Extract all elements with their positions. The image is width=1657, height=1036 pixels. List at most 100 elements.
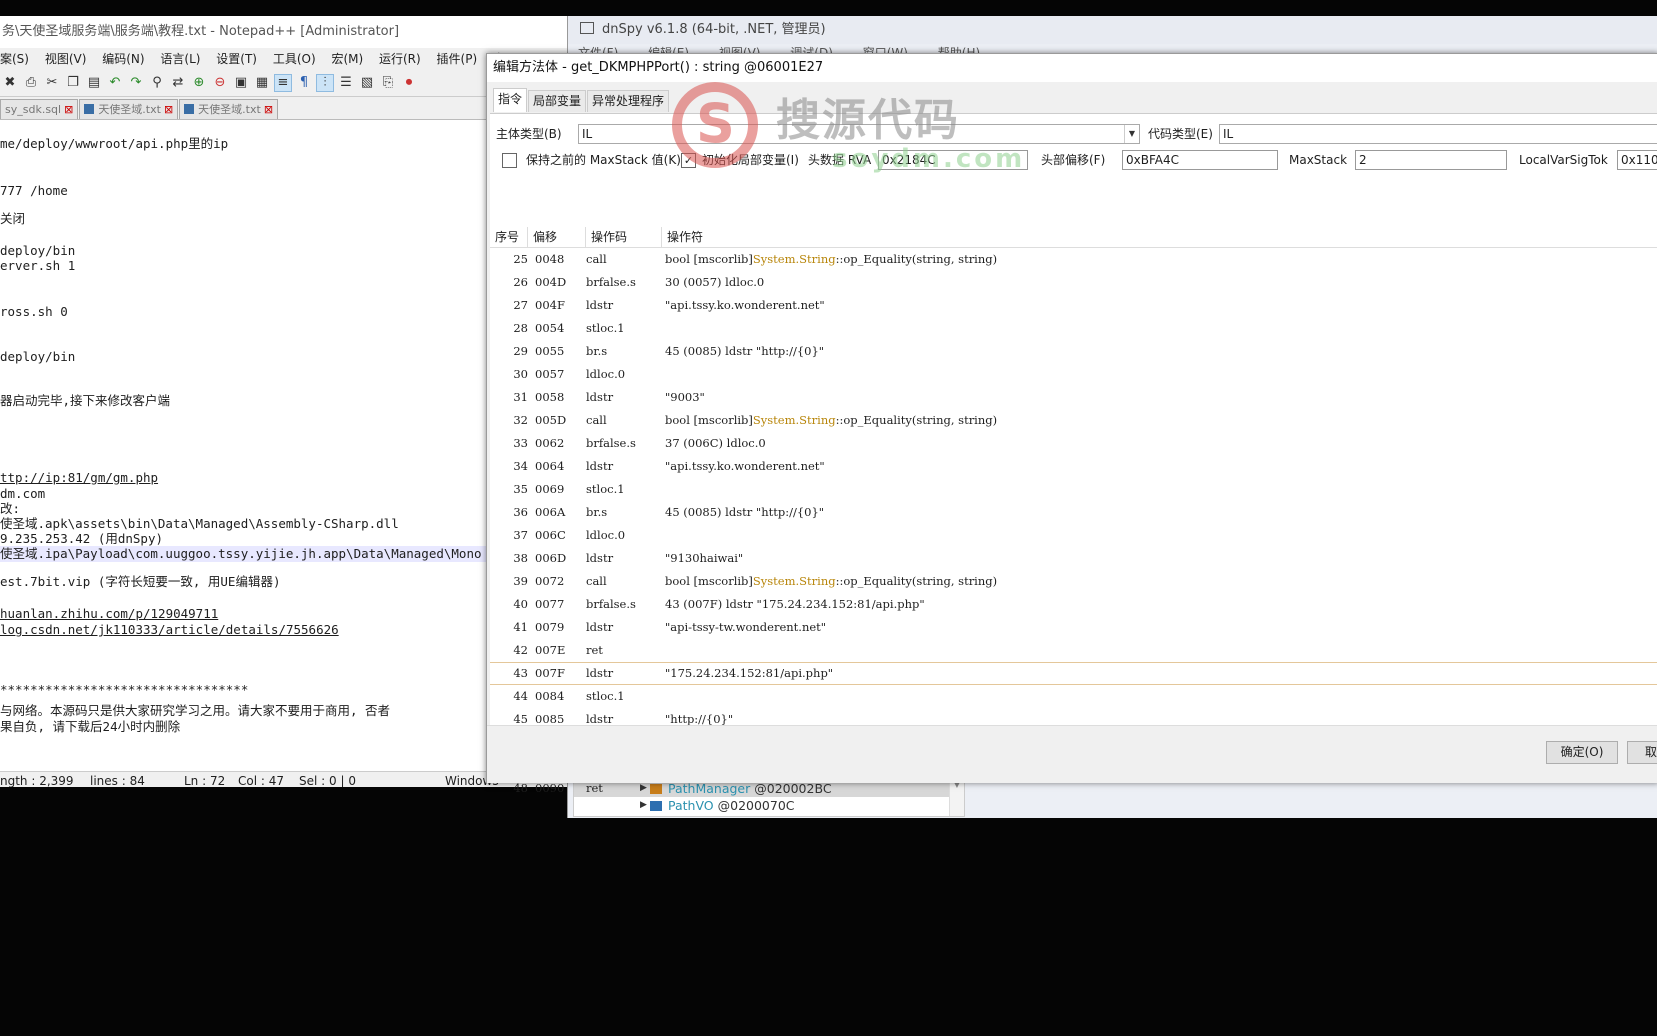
tab-locals[interactable]: 局部变量 bbox=[528, 90, 587, 112]
rva-field[interactable]: 0x2184C bbox=[878, 150, 1028, 170]
row-opcode: call bbox=[586, 574, 607, 588]
instruction-row[interactable]: 37 006C ldloc.0 bbox=[490, 524, 1657, 547]
close-icon[interactable]: ⊠ bbox=[64, 103, 73, 116]
editor-line: 与网络。本源码只是供大家研究学习之用。请大家不要用于商用, 否者 bbox=[0, 703, 391, 718]
operand-text: 45 (0085) ldstr "http://{0}" bbox=[665, 344, 825, 358]
cancel-button[interactable]: 取消 bbox=[1627, 741, 1657, 764]
word-wrap-icon[interactable]: ≡ bbox=[274, 74, 292, 92]
row-operand: "api.tssy.ko.wonderent.net" bbox=[665, 294, 825, 317]
replace-icon[interactable]: ⇄ bbox=[170, 75, 186, 91]
menu-view[interactable]: 视图(V) bbox=[45, 48, 87, 70]
menu-run[interactable]: 运行(R) bbox=[379, 48, 421, 70]
instruction-row[interactable]: 27 004F ldstr "api.tssy.ko.wonderent.net" bbox=[490, 294, 1657, 317]
find-icon[interactable]: ⚲ bbox=[149, 75, 165, 91]
body-type-select[interactable]: IL ▼ bbox=[578, 124, 1140, 144]
instruction-row[interactable]: 35 0069 stloc.1 bbox=[490, 478, 1657, 501]
instruction-row[interactable]: 34 0064 ldstr "api.tssy.ko.wonderent.net" bbox=[490, 455, 1657, 478]
zoom-in-icon[interactable]: ⊕ bbox=[191, 75, 207, 91]
instruction-row[interactable]: 33 0062 brfalse.s 37 (006C) ldloc.0 bbox=[490, 432, 1657, 455]
paste-icon[interactable]: ▤ bbox=[86, 75, 102, 91]
close-file-icon[interactable]: ✖ bbox=[2, 75, 18, 91]
instruction-row[interactable]: 43 007F ldstr "175.24.234.152:81/api.php" bbox=[490, 662, 1657, 685]
menu-plugins[interactable]: 插件(P) bbox=[437, 48, 478, 70]
row-operand[interactable]: "175.24.234.152:81/api.php" bbox=[665, 663, 833, 684]
undo-icon[interactable]: ↶ bbox=[107, 75, 123, 91]
localvarsig-field[interactable]: 0x11000 bbox=[1617, 150, 1657, 170]
col-index[interactable]: 序号 bbox=[490, 227, 528, 247]
close-icon[interactable]: ⊠ bbox=[264, 103, 273, 116]
instruction-row[interactable]: 28 0054 stloc.1 bbox=[490, 317, 1657, 340]
row-index: 42 bbox=[513, 643, 528, 657]
instruction-row[interactable]: 41 0079 ldstr "api-tssy-tw.wonderent.net" bbox=[490, 616, 1657, 639]
row-index: 43 bbox=[513, 666, 528, 680]
sync-horizontal-icon[interactable]: ▦ bbox=[254, 75, 270, 91]
instruction-grid[interactable]: 序号 偏移 操作码 操作符 25 0048 call bool [mscorlib]S… bbox=[490, 227, 1657, 800]
show-all-chars-icon[interactable]: ¶ bbox=[296, 75, 312, 91]
row-index: 25 bbox=[513, 252, 528, 266]
header-offset-field[interactable]: 0xBFA4C bbox=[1122, 150, 1278, 170]
keep-maxstack-checkbox[interactable] bbox=[502, 153, 517, 168]
print-icon[interactable]: ⎙ bbox=[23, 75, 39, 91]
instruction-row[interactable]: 38 006D ldstr "9130haiwai" bbox=[490, 547, 1657, 570]
row-offset: 0057 bbox=[535, 367, 565, 381]
status-sel: Sel : 0 | 0 bbox=[299, 774, 356, 787]
indent-guide-icon[interactable]: ⫶ bbox=[316, 74, 334, 92]
maxstack-field[interactable]: 2 bbox=[1355, 150, 1507, 170]
instruction-row[interactable]: 42 007E ret bbox=[490, 639, 1657, 662]
instruction-row[interactable]: 40 0077 brfalse.s 43 (007F) ldstr "175.24.2… bbox=[490, 593, 1657, 616]
operand-text: "http://{0}" bbox=[665, 712, 734, 726]
tab-txt-1[interactable]: 天使圣域.txt ⊠ bbox=[79, 99, 179, 119]
row-opcode: ldstr bbox=[586, 620, 614, 634]
init-locals-checkbox[interactable]: ✓ bbox=[681, 153, 696, 168]
col-offset[interactable]: 偏移 bbox=[528, 227, 586, 247]
body-type-value: IL bbox=[582, 127, 593, 141]
ok-button[interactable]: 确定(O) bbox=[1546, 741, 1618, 764]
copy-icon[interactable]: ❐ bbox=[65, 75, 81, 91]
menu-file[interactable]: 案(S) bbox=[0, 48, 29, 70]
grid-body: 25 0048 call bool [mscorlib]System.String::… bbox=[490, 248, 1657, 800]
instruction-row[interactable]: 26 004D brfalse.s 30 (0057) ldloc.0 bbox=[490, 271, 1657, 294]
menu-encoding[interactable]: 编码(N) bbox=[102, 48, 144, 70]
record-macro-icon[interactable]: ⏺ bbox=[401, 75, 417, 91]
close-icon[interactable]: ⊠ bbox=[164, 103, 173, 116]
operand-class: System.String bbox=[752, 252, 836, 266]
operand-text: "api.tssy.ko.wonderent.net" bbox=[665, 459, 825, 473]
function-list-icon[interactable]: ⎘ bbox=[380, 75, 396, 91]
menu-macro[interactable]: 宏(M) bbox=[331, 48, 363, 70]
row-index: 38 bbox=[513, 551, 528, 565]
code-type-select[interactable]: IL bbox=[1219, 124, 1657, 144]
doc-map-icon[interactable]: ▧ bbox=[359, 75, 375, 91]
tab-txt-2[interactable]: 天使圣域.txt ⊠ bbox=[179, 99, 279, 119]
tab-sql[interactable]: sy_sdk.sql ⊠ bbox=[0, 99, 79, 119]
row-operand: "9130haiwai" bbox=[665, 547, 743, 570]
operand-text: 45 (0085) ldstr "http://{0}" bbox=[665, 505, 825, 519]
tab-exception-handlers[interactable]: 异常处理程序 bbox=[587, 90, 670, 112]
instruction-row[interactable]: 36 006A br.s 45 (0085) ldstr "http://{0}" bbox=[490, 501, 1657, 524]
redo-icon[interactable]: ↷ bbox=[128, 75, 144, 91]
instruction-row[interactable]: 44 0084 stloc.1 bbox=[490, 685, 1657, 708]
col-operand[interactable]: 操作符 bbox=[662, 227, 1657, 247]
row-index: 41 bbox=[513, 620, 528, 634]
tab-instructions[interactable]: 指令 bbox=[493, 88, 528, 112]
editor-line: 改: bbox=[0, 501, 21, 516]
zoom-out-icon[interactable]: ⊖ bbox=[212, 75, 228, 91]
instruction-row[interactable]: 39 0072 call bool [mscorlib]System.String::… bbox=[490, 570, 1657, 593]
menu-language[interactable]: 语言(L) bbox=[160, 48, 200, 70]
cut-icon[interactable]: ✂ bbox=[44, 75, 60, 91]
code-type-label: 代码类型(E) bbox=[1148, 127, 1213, 141]
instruction-row[interactable]: 30 0057 ldloc.0 bbox=[490, 363, 1657, 386]
lang-icon[interactable]: ☰ bbox=[338, 75, 354, 91]
instruction-row[interactable]: 32 005D call bool [mscorlib]System.String::… bbox=[490, 409, 1657, 432]
row-offset: 0055 bbox=[535, 344, 565, 358]
instruction-row[interactable]: 31 0058 ldstr "9003" bbox=[490, 386, 1657, 409]
operand-text: bool [mscorlib] bbox=[665, 574, 753, 588]
operand-text: 37 (006C) ldloc.0 bbox=[665, 436, 766, 450]
sync-vertical-icon[interactable]: ▣ bbox=[233, 75, 249, 91]
row-index: 40 bbox=[513, 597, 528, 611]
menu-settings[interactable]: 设置(T) bbox=[216, 48, 257, 70]
col-opcode[interactable]: 操作码 bbox=[586, 227, 662, 247]
instruction-row[interactable]: 29 0055 br.s 45 (0085) ldstr "http://{0}" bbox=[490, 340, 1657, 363]
row-index: 37 bbox=[513, 528, 528, 542]
menu-tools[interactable]: 工具(O) bbox=[273, 48, 316, 70]
instruction-row[interactable]: 25 0048 call bool [mscorlib]System.String::… bbox=[490, 248, 1657, 271]
